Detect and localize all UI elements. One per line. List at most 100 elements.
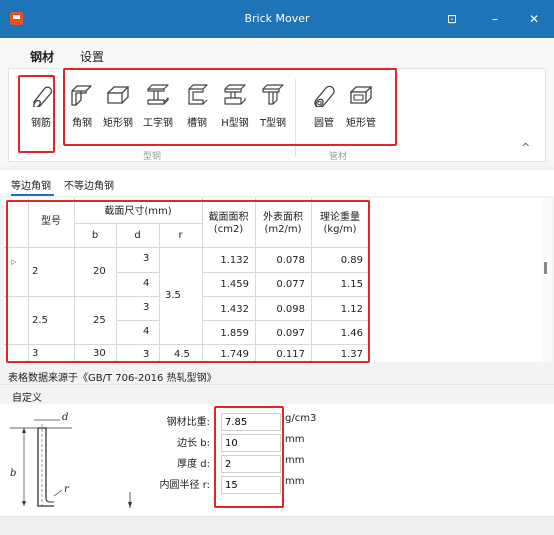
header-b: b	[91, 230, 99, 241]
side-length-label: 边长 b:	[177, 438, 210, 449]
grid-line	[369, 198, 370, 362]
diagram-d-label: d	[62, 412, 68, 423]
channel-steel-icon	[188, 84, 208, 105]
channel-steel-button[interactable]: 槽钢	[177, 83, 217, 141]
app-window: Brick Mover ⊡ – ✕ 钢材 设置 钢筋 角钢 矩形钢 工字钢 槽钢…	[0, 0, 554, 535]
inner-radius-input[interactable]	[221, 476, 281, 494]
rebar-button[interactable]: 钢筋	[21, 83, 61, 141]
grid-line	[202, 320, 369, 321]
cell-surface: 0.078	[276, 255, 305, 266]
scrollbar-thumb[interactable]	[544, 262, 547, 274]
cell-model[interactable]: 2	[32, 266, 38, 277]
angle-steel-button[interactable]: 角钢	[62, 83, 102, 141]
cell-surface: 0.097	[276, 328, 305, 339]
cell-weight: 0.89	[340, 255, 363, 266]
side-length-input[interactable]	[221, 434, 281, 452]
cell-model[interactable]: 3	[32, 348, 38, 359]
h-beam-icon	[224, 84, 246, 105]
header-weight-title: 理论重量	[320, 212, 360, 223]
rect-steel-button[interactable]: 矩形钢	[98, 83, 138, 141]
header-weight: 理论重量 (kg/m)	[311, 212, 369, 236]
cell-surface: 0.077	[276, 279, 305, 290]
header-area-unit: (cm2)	[213, 224, 244, 235]
cell-d: 3	[143, 253, 150, 264]
round-pipe-button[interactable]: 圆管	[304, 83, 344, 141]
density-input[interactable]	[221, 413, 281, 431]
table-scrollbar[interactable]	[542, 198, 552, 362]
t-steel-label: T型钢	[259, 118, 287, 129]
cell-surface: 0.098	[276, 304, 305, 315]
cell-area: 1.859	[220, 328, 249, 339]
current-row-marker: ▷	[11, 258, 17, 266]
cell-weight: 1.46	[340, 328, 363, 339]
cell-b[interactable]: 20	[93, 266, 106, 277]
cell-area: 1.749	[220, 349, 249, 360]
cell-model[interactable]: 2.5	[32, 315, 48, 326]
cell-weight: 1.37	[340, 349, 363, 360]
collapse-ribbon-button[interactable]: ^	[521, 141, 530, 154]
header-r: r	[178, 230, 183, 241]
h-beam-label: H型钢	[221, 118, 249, 129]
header-model: 型号	[41, 216, 61, 227]
grid-line	[28, 198, 29, 362]
i-beam-button[interactable]: 工字钢	[138, 83, 178, 141]
grid-line	[4, 247, 369, 248]
minimize-button[interactable]: –	[485, 9, 505, 29]
rebar-label: 钢筋	[31, 118, 51, 129]
grid-line	[202, 272, 369, 273]
profiles-group-label: 型钢	[143, 152, 162, 162]
header-area-title: 截面面积	[208, 212, 249, 223]
header-surface-unit: (m2/m)	[264, 224, 302, 235]
cell-b[interactable]: 25	[93, 315, 106, 326]
status-bar	[0, 516, 554, 535]
restore-button[interactable]: ⊡	[442, 9, 462, 29]
thickness-label: 厚度 d:	[177, 459, 210, 470]
grid-line	[4, 344, 369, 345]
grid-line	[159, 223, 160, 362]
rect-pipe-button[interactable]: 矩形管	[341, 83, 381, 141]
cell-r[interactable]: 3.5	[165, 290, 181, 301]
ribbon-area: 钢材 设置 钢筋 角钢 矩形钢 工字钢 槽钢 H型钢 T型钢 圆管 矩形管 型钢…	[0, 38, 554, 165]
close-button[interactable]: ✕	[524, 9, 544, 29]
thickness-input[interactable]	[221, 455, 281, 473]
ribbon-panel: 钢筋 角钢 矩形钢 工字钢 槽钢 H型钢 T型钢 圆管 矩形管 型钢 管材 ^	[8, 68, 546, 162]
round-pipe-icon	[314, 85, 335, 107]
custom-section-header: 自定义	[0, 384, 554, 404]
cell-weight: 1.15	[340, 279, 363, 290]
tab-equal-angle[interactable]: 等边角钢	[11, 177, 51, 192]
i-beam-icon	[147, 84, 169, 105]
h-beam-button[interactable]: H型钢	[215, 83, 255, 141]
cell-area: 1.132	[220, 255, 249, 266]
i-beam-label: 工字钢	[143, 118, 173, 129]
steel-spec-table: 型号 截面尺寸(mm) b d r 截面面积 (cm2) 外表面积 (m2/m)…	[4, 198, 542, 362]
cell-d: 4	[143, 278, 150, 289]
channel-steel-label: 槽钢	[187, 118, 207, 129]
cell-area: 1.459	[220, 279, 249, 290]
density-unit: g/cm3	[285, 413, 317, 424]
inner-radius-unit: mm	[285, 476, 305, 487]
grid-line	[202, 296, 369, 297]
tab-settings[interactable]: 设置	[80, 48, 104, 65]
header-surface: 外表面积 (m2/m)	[255, 212, 311, 236]
tab-steel[interactable]: 钢材	[30, 48, 54, 65]
subtab-indicator	[11, 194, 54, 196]
cell-area: 1.432	[220, 304, 249, 315]
thickness-unit: mm	[285, 455, 305, 466]
rebar-icon	[33, 86, 53, 107]
cell-b[interactable]: 30	[93, 348, 106, 359]
grid-line	[116, 272, 159, 273]
header-area: 截面面积 (cm2)	[202, 212, 255, 236]
header-weight-unit: (kg/m)	[323, 224, 357, 235]
grid-line	[116, 223, 117, 362]
grid-line	[74, 223, 202, 224]
group-separator	[295, 79, 296, 157]
t-steel-icon	[262, 84, 284, 105]
custom-section-title: 自定义	[12, 393, 42, 404]
cell-d: 3	[143, 302, 150, 313]
tab-unequal-angle[interactable]: 不等边角钢	[64, 177, 114, 192]
t-steel-button[interactable]: T型钢	[253, 83, 293, 141]
custom-params-panel: d b r 钢材比重: g/cm3 边长 b: mm 厚度 d: mm 内圆半径…	[0, 404, 554, 516]
cell-d: 3	[143, 349, 150, 360]
rect-pipe-label: 矩形管	[346, 118, 376, 129]
header-d: d	[134, 230, 141, 241]
